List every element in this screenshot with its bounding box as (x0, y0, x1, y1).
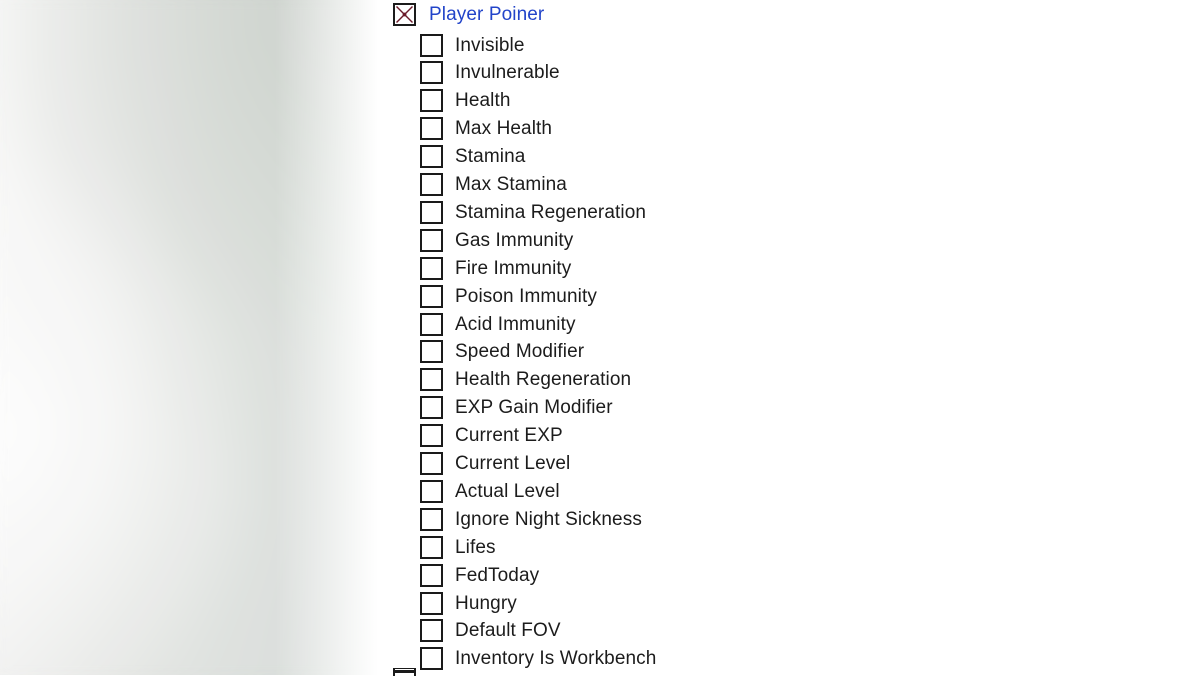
tree-item-label: Max Health (455, 118, 553, 140)
tree-item-stamina-regeneration[interactable]: Stamina Regeneration (420, 198, 646, 226)
blurred-background (0, 0, 395, 675)
tree-item-health[interactable]: Health (420, 87, 511, 115)
tree-item-label: Ignore Night Sickness (455, 508, 642, 530)
checkbox[interactable] (420, 312, 443, 336)
tree-connector-stub (393, 670, 414, 673)
tree-item-stamina[interactable]: Stamina (420, 143, 525, 171)
checkbox[interactable] (420, 591, 443, 615)
cheat-table-tree: Player Poiner Invisible Invulnerable Healt… (393, 0, 1200, 676)
checkbox[interactable] (420, 424, 443, 448)
tree-item-label: Invisible (455, 34, 525, 56)
checkbox[interactable] (420, 647, 443, 671)
tree-item-label: Inventory Is Workbench (455, 648, 657, 670)
tree-node-label: Player Poiner (429, 3, 545, 25)
tree-item-label: Acid Immunity (455, 313, 576, 335)
checkbox[interactable] (420, 173, 443, 196)
tree-item-label: Max Stamina (455, 174, 567, 195)
tree-item-max-stamina[interactable]: Max Stamina (420, 171, 567, 199)
tree-item-hungry[interactable]: Hungry (420, 589, 517, 617)
tree-item-label: Fire Immunity (455, 257, 572, 279)
checkbox[interactable] (420, 33, 443, 57)
checkbox[interactable] (420, 340, 443, 364)
checkbox[interactable] (420, 479, 443, 503)
tree-item-default-fov[interactable]: Default FOV (420, 617, 561, 645)
tree-item-label: Poison Immunity (455, 285, 597, 307)
checkbox[interactable] (420, 396, 443, 420)
tree-item-lifes[interactable]: Lifes (420, 533, 496, 561)
tree-item-current-level[interactable]: Current Level (420, 450, 570, 478)
tree-item-current-exp[interactable]: Current EXP (420, 422, 563, 450)
checkbox[interactable] (420, 368, 443, 392)
tree-item-acid-immunity[interactable]: Acid Immunity (420, 310, 576, 338)
tree-item-label: Stamina (455, 146, 526, 168)
tree-item-ignore-night-sickness[interactable]: Ignore Night Sickness (420, 505, 642, 533)
checkbox[interactable] (420, 619, 443, 643)
tree-item-label: Gas Immunity (455, 229, 574, 251)
checkbox[interactable] (420, 200, 443, 224)
tree-item-label: Hungry (455, 592, 517, 614)
checkbox[interactable] (420, 228, 443, 252)
tree-item-gas-immunity[interactable]: Gas Immunity (420, 226, 573, 254)
checkbox[interactable] (420, 256, 443, 280)
tree-item-label: Current Level (455, 453, 571, 474)
tree-item-label: Default FOV (455, 620, 561, 642)
tree-item-label: Stamina Regeneration (455, 201, 647, 223)
checkbox[interactable] (420, 117, 443, 141)
checkbox[interactable] (420, 89, 443, 113)
tree-item-fire-immunity[interactable]: Fire Immunity (420, 254, 571, 282)
x-box-icon[interactable] (393, 2, 416, 26)
checkbox[interactable] (420, 284, 443, 308)
tree-item-label: EXP Gain Modifier (455, 397, 613, 419)
tree-item-actual-level[interactable]: Actual Level (420, 477, 560, 505)
tree-node-player-poiner[interactable]: Player Poiner (393, 0, 544, 28)
tree-item-invisible[interactable]: Invisible (420, 31, 525, 59)
tree-item-inventory-is-workbench[interactable]: Inventory Is Workbench (420, 645, 656, 673)
tree-item-invulnerable[interactable]: Invulnerable (420, 59, 560, 87)
checkbox[interactable] (420, 145, 443, 169)
tree-item-label: Health (455, 90, 511, 112)
tree-item-label: Lifes (455, 536, 496, 558)
tree-item-label: Current EXP (455, 425, 563, 447)
checkbox[interactable] (420, 535, 443, 559)
tree-item-fedtoday[interactable]: FedToday (420, 561, 539, 589)
tree-item-poison-immunity[interactable]: Poison Immunity (420, 282, 597, 310)
tree-item-speed-modifier[interactable]: Speed Modifier (420, 338, 584, 366)
tree-item-max-health[interactable]: Max Health (420, 115, 552, 143)
checkbox[interactable] (420, 61, 443, 85)
background-fade (275, 0, 395, 675)
checkbox[interactable] (420, 452, 443, 475)
tree-item-label: Speed Modifier (455, 341, 585, 363)
tree-item-label: Actual Level (455, 480, 560, 502)
tree-item-exp-gain-modifier[interactable]: EXP Gain Modifier (420, 394, 613, 422)
tree-item-label: FedToday (455, 564, 540, 586)
tree-item-label: Invulnerable (455, 62, 560, 84)
checkbox[interactable] (420, 507, 443, 531)
tree-item-label: Health Regeneration (455, 369, 632, 391)
tree-item-health-regeneration[interactable]: Health Regeneration (420, 366, 631, 394)
checkbox[interactable] (420, 563, 443, 587)
